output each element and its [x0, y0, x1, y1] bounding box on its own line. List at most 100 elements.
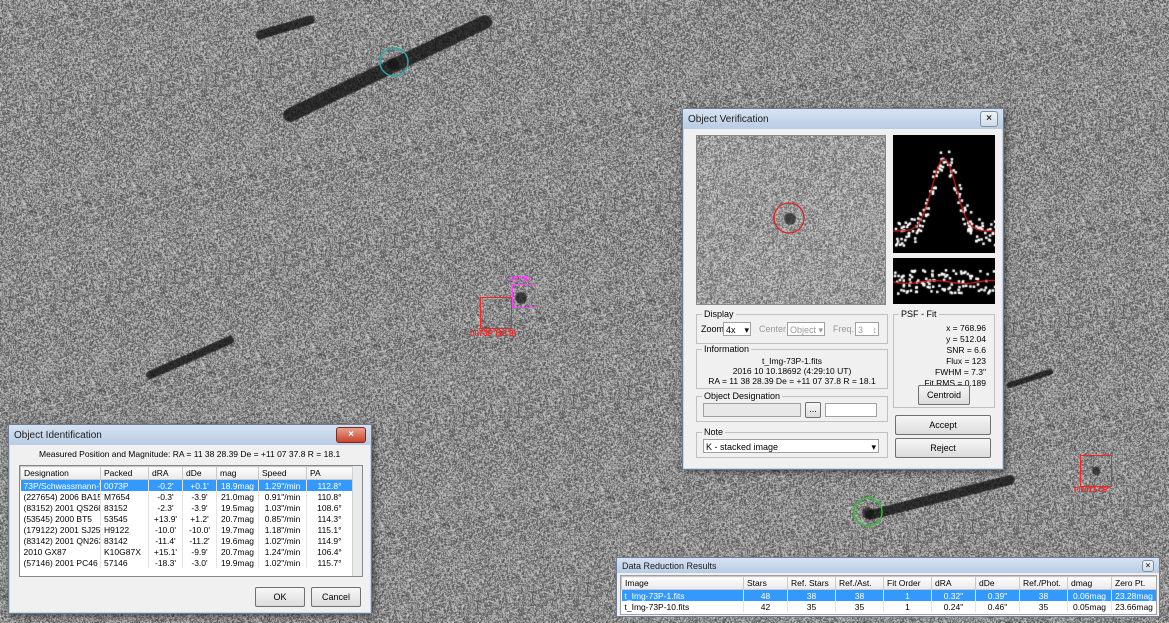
information-group: Information t_Img-73P-1.fits 2016 10 10.…	[696, 344, 888, 389]
reduction-column-header[interactable]: Image	[621, 576, 744, 590]
candidate-row[interactable]: (227654) 2006 BA150 M7654 -0.3' -3.9' 21.0ma…	[20, 491, 353, 502]
candidate-cell: 0073P	[100, 479, 149, 491]
cancel-button[interactable]: Cancel	[311, 587, 361, 607]
candidate-cell: 1.18"/min	[258, 524, 307, 535]
candidate-cell: 110.8°	[306, 491, 353, 502]
reduction-cell: 0.06mag	[1067, 589, 1112, 601]
reduction-cell: 42	[743, 601, 788, 612]
psf-fit-group: PSF - Fit x = 768.96 y = 512.04 SNR = 6.…	[893, 309, 995, 408]
reduction-column-header[interactable]: Fit Order	[883, 576, 932, 590]
candidate-cell: (57146) 2001 PC46	[20, 557, 101, 568]
info-coords: RA = 11 38 28.39 De = +11 07 37.8 R = 18…	[708, 376, 876, 386]
candidate-cell: 1.29"/min	[258, 479, 307, 491]
reduction-column-header[interactable]: Zero Pt.	[1111, 576, 1156, 590]
reduction-cell: 35	[787, 601, 836, 612]
candidate-row[interactable]: (83142) 2001 QN263 83142 -11.4' -11.2' 19.6m…	[20, 535, 353, 546]
close-icon[interactable]: ×	[980, 111, 998, 127]
candidate-cell: 1.02"/min	[258, 557, 307, 568]
info-date: 2016 10 10.18692 (4:29:10 UT)	[732, 366, 852, 376]
candidate-cell: 19.6mag	[216, 535, 259, 546]
reduction-column-header[interactable]: dRA	[931, 576, 976, 590]
psf-group-label: PSF - Fit	[899, 309, 939, 319]
candidate-cell: 19.9mag	[216, 557, 259, 568]
data-reduction-window[interactable]: Data Reduction Results × Image Stars Ref. …	[616, 557, 1160, 617]
reduction-row[interactable]: t_Img-73P-10.fits 42 35 35 1 0.24" 0.46" 35 0.05…	[621, 601, 1156, 612]
candidate-cell: M7654	[100, 491, 149, 502]
candidate-cell: -3.0'	[182, 557, 217, 568]
reduction-column-header[interactable]: dDe	[975, 576, 1020, 590]
candidate-cell: 53545	[100, 513, 149, 524]
candidate-row[interactable]: (53545) 2000 BT5 53545 +13.9' +1.2' 20.7mag 0…	[20, 513, 353, 524]
candidate-row[interactable]: (57146) 2001 PC46 57146 -18.3' -3.0' 19.9mag…	[20, 557, 353, 568]
reject-button[interactable]: Reject	[895, 438, 991, 458]
known-object-box[interactable]	[512, 284, 536, 308]
object-identification-window[interactable]: Object Identification × Measured Positio…	[8, 424, 372, 614]
candidate-column-header[interactable]: Speed	[258, 466, 307, 480]
candidate-cell: 21.0mag	[216, 491, 259, 502]
candidate-column-header[interactable]: dRA	[148, 466, 183, 480]
note-group-label: Note	[702, 427, 726, 437]
freq-label: Freq.	[833, 324, 855, 334]
candidate-cell: (179122) 2001 SJ257	[20, 524, 101, 535]
candidate-row[interactable]: (179122) 2001 SJ257 H9122 -10.0' -10.0' 19.7…	[20, 524, 353, 535]
candidate-cell: -3.9'	[182, 491, 217, 502]
reduction-table[interactable]: Image Stars Ref. Stars Ref./Ast. Fit Order dR…	[620, 575, 1157, 615]
reduction-column-header[interactable]: Stars	[743, 576, 788, 590]
candidate-row[interactable]: 2010 GX87 K10G87X +15.1' -9.9' 20.7mag 1.24"/…	[20, 546, 353, 557]
reference-circle-green	[853, 497, 883, 527]
accept-button[interactable]: Accept	[895, 415, 991, 435]
candidate-cell: -10.0'	[148, 524, 183, 535]
note-select[interactable]: K - stacked image ▾	[703, 439, 879, 453]
candidate-column-header[interactable]: dDe	[182, 466, 217, 480]
reduction-column-header[interactable]: Ref./Phot.	[1019, 576, 1068, 590]
reduction-column-header[interactable]: dmag	[1067, 576, 1112, 590]
browse-button[interactable]: ...	[805, 402, 821, 418]
candidate-cell: 20.7mag	[216, 546, 259, 557]
reduction-column-header[interactable]: Ref. Stars	[787, 576, 836, 590]
psf-snr: SNR = 6.6	[946, 345, 986, 355]
candidate-row[interactable]: (83152) 2001 QS268 83152 -2.3' -3.9' 19.5mag…	[20, 502, 353, 513]
freq-stepper[interactable]: 3 ↕	[855, 322, 879, 336]
reduction-cell: 48	[743, 589, 788, 601]
candidate-cell: 0.91"/min	[258, 491, 307, 502]
secondary-object-box[interactable]	[1080, 455, 1112, 487]
reduction-cell: 23.66mag	[1111, 601, 1156, 612]
candidates-table[interactable]: Designation Packed dRA dDe mag Speed PA 73P/Sc…	[19, 465, 363, 577]
reduction-column-header[interactable]: Ref./Ast.	[835, 576, 884, 590]
zoom-select[interactable]: 4x ▾	[723, 322, 751, 336]
candidate-cell: 115.1°	[306, 524, 353, 535]
designation-input[interactable]	[703, 403, 801, 417]
center-select[interactable]: Object ▾	[787, 322, 825, 336]
verification-title: Object Verification	[688, 113, 769, 125]
ok-button[interactable]: OK	[255, 587, 305, 607]
reduction-cell: 0.39"	[975, 589, 1020, 601]
candidate-cell: +0.1'	[182, 479, 217, 491]
close-icon[interactable]: ×	[1142, 559, 1154, 572]
candidate-cell: -11.2'	[182, 535, 217, 546]
object-circle-icon	[773, 202, 805, 234]
candidate-cell: 108.6°	[306, 502, 353, 513]
info-filename: t_Img-73P-1.fits	[762, 356, 822, 366]
reduction-row[interactable]: t_Img-73P-1.fits 48 38 38 1 0.32" 0.39" 38 0.06m…	[621, 589, 1156, 601]
object-box[interactable]	[480, 297, 512, 329]
candidate-cell: 1.03"/min	[258, 502, 307, 513]
candidate-column-header[interactable]: PA	[306, 466, 353, 480]
candidate-cell: -0.3'	[148, 491, 183, 502]
candidate-cell: +1.2'	[182, 513, 217, 524]
candidate-row[interactable]: 73P/Schwassmann-W 0073P -0.2' +0.1' 18.9mag 1…	[20, 479, 353, 491]
verification-titlebar[interactable]: Object Verification ×	[683, 109, 1003, 129]
close-icon[interactable]: ×	[336, 427, 366, 443]
candidate-column-header[interactable]: mag	[216, 466, 259, 480]
candidate-column-header[interactable]: Designation	[20, 466, 101, 480]
candidate-column-header[interactable]: Packed	[100, 466, 149, 480]
table-scrollbar[interactable]	[352, 466, 362, 576]
reduction-cell: t_Img-73P-10.fits	[621, 601, 744, 612]
object-verification-window[interactable]: Object Verification × Display Zoom 4x ▾ C…	[682, 108, 1004, 470]
centroid-button[interactable]: Centroid	[918, 385, 970, 405]
reduction-cell: 35	[1019, 601, 1068, 612]
secondary-object-label: P/2013 C9	[1074, 487, 1108, 494]
designation-extra-input[interactable]	[825, 403, 877, 417]
display-group-label: Display	[702, 309, 736, 319]
reduction-titlebar[interactable]: Data Reduction Results ×	[617, 558, 1159, 573]
identification-titlebar[interactable]: Object Identification ×	[9, 425, 371, 445]
